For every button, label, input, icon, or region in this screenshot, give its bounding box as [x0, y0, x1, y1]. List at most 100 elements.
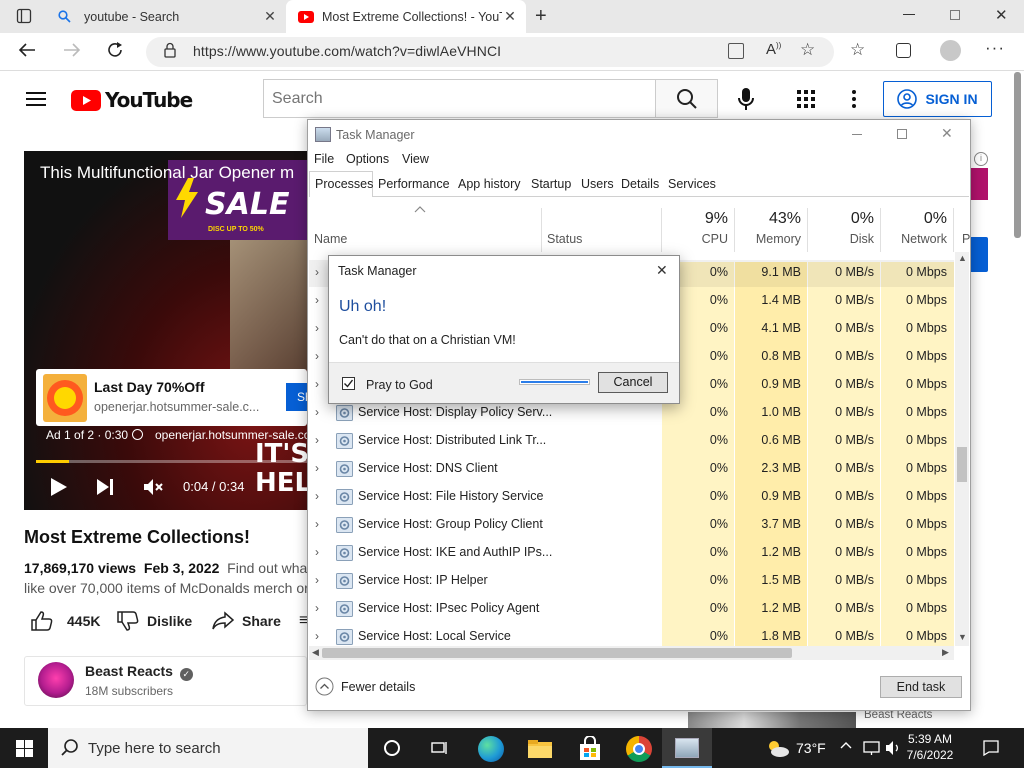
expand-chevron-icon[interactable]: › — [315, 349, 319, 363]
tab-youtube-video[interactable]: Most Extreme Collections! - YouTube ✕ — [286, 0, 526, 33]
expand-chevron-icon[interactable]: › — [315, 377, 319, 391]
page-scrollbar[interactable] — [1014, 72, 1021, 238]
like-button[interactable]: 445K — [31, 611, 100, 631]
end-task-button[interactable]: End task — [880, 676, 962, 698]
expand-chevron-icon[interactable]: › — [315, 489, 319, 503]
process-row[interactable]: › Service Host: IPsec Policy Agent 0% 1.2 M… — [309, 595, 954, 623]
mute-icon[interactable] — [143, 477, 163, 497]
tm-close-icon[interactable]: ✕ — [941, 125, 953, 142]
forward-icon[interactable] — [63, 42, 81, 58]
new-tab-button[interactable]: + — [535, 5, 547, 28]
close-tab-icon[interactable]: ✕ — [262, 8, 278, 25]
profile-avatar[interactable] — [940, 40, 961, 61]
dialog-close-icon[interactable]: ✕ — [656, 262, 668, 279]
tab-users[interactable]: Users — [577, 173, 618, 197]
scroll-right-icon[interactable]: ▶ — [942, 647, 949, 658]
column-header-disk[interactable]: Disk — [808, 232, 874, 246]
tab-youtube-search[interactable]: youtube - Search ✕ — [50, 0, 286, 33]
apps-grid-icon[interactable] — [797, 90, 815, 108]
notifications-icon[interactable] — [983, 740, 999, 756]
column-header-memory[interactable]: Memory — [735, 232, 801, 246]
collections-icon[interactable] — [896, 43, 911, 58]
chrome-icon[interactable] — [626, 736, 652, 762]
process-row[interactable]: › Service Host: IP Helper 0% 1.5 MB 0 MB/s 0 … — [309, 567, 954, 595]
network-total[interactable]: 0% — [881, 210, 947, 228]
tab-services[interactable]: Services — [664, 173, 720, 197]
add-favorite-icon[interactable]: ☆ — [800, 40, 815, 60]
search-button[interactable] — [655, 79, 718, 118]
system-clock[interactable]: 5:39 AM 7/6/2022 — [905, 731, 955, 763]
back-icon[interactable] — [18, 42, 36, 58]
vertical-scroll-thumb[interactable] — [957, 447, 967, 482]
expand-chevron-icon[interactable]: › — [315, 573, 319, 587]
close-tab-icon[interactable]: ✕ — [502, 8, 518, 25]
expand-chevron-icon[interactable]: › — [315, 433, 319, 447]
tm-maximize-icon[interactable] — [897, 129, 907, 139]
column-header-power[interactable]: P — [962, 232, 970, 246]
ad-shop-button[interactable]: Sh — [286, 383, 312, 411]
pray-checkbox[interactable] — [342, 377, 355, 390]
scroll-up-icon[interactable]: ▲ — [958, 253, 967, 263]
tab-processes[interactable]: Processes — [311, 173, 377, 197]
expand-chevron-icon[interactable]: › — [315, 265, 319, 279]
youtube-logo[interactable]: YouTube — [71, 88, 193, 112]
sidebar-ad-button[interactable] — [971, 237, 988, 272]
volume-icon[interactable] — [885, 740, 901, 756]
scroll-down-icon[interactable]: ▼ — [958, 632, 967, 642]
sign-in-button[interactable]: SIGN IN — [883, 81, 992, 117]
app-available-icon[interactable] — [728, 43, 744, 59]
more-options-icon[interactable]: ··· — [985, 38, 1005, 58]
chevron-up-icon[interactable] — [840, 741, 852, 749]
video-progress-track[interactable] — [36, 460, 307, 463]
task-view-icon[interactable] — [431, 740, 449, 756]
settings-dots-icon[interactable] — [852, 90, 856, 108]
microphone-icon[interactable] — [738, 87, 754, 111]
description-line-2[interactable]: like over 70,000 items of McDonalds merc… — [24, 580, 309, 596]
column-header-name[interactable]: Name — [314, 232, 347, 246]
share-button[interactable]: Share — [212, 611, 281, 631]
menu-options[interactable]: Options — [346, 152, 389, 166]
menu-view[interactable]: View — [402, 152, 429, 166]
pray-checkbox-label[interactable]: Pray to God — [366, 378, 433, 392]
temperature[interactable]: 73°F — [796, 740, 826, 756]
process-row[interactable]: › Service Host: Group Policy Client 0% 3.7 … — [309, 511, 954, 539]
column-header-cpu[interactable]: CPU — [662, 232, 728, 246]
next-icon[interactable] — [97, 479, 114, 495]
column-header-status[interactable]: Status — [547, 232, 582, 246]
refresh-icon[interactable] — [106, 41, 124, 59]
dislike-button[interactable]: Dislike — [117, 611, 192, 631]
cortana-icon[interactable] — [384, 740, 400, 756]
channel-name[interactable]: Beast Reacts ✓ — [85, 663, 193, 681]
process-row[interactable]: › Service Host: DNS Client 0% 2.3 MB 0 MB/s 0… — [309, 455, 954, 483]
expand-chevron-icon[interactable]: › — [315, 293, 319, 307]
memory-total[interactable]: 43% — [735, 210, 801, 228]
expand-chevron-icon[interactable]: › — [315, 629, 319, 643]
horizontal-scroll-thumb[interactable] — [322, 648, 792, 658]
file-explorer-icon[interactable] — [527, 736, 553, 762]
process-row[interactable]: › Service Host: Distributed Link Tr... 0% 0… — [309, 427, 954, 455]
tab-startup[interactable]: Startup — [527, 173, 575, 197]
expand-chevron-icon[interactable]: › — [315, 601, 319, 615]
restore-icon[interactable] — [950, 10, 960, 20]
network-icon[interactable] — [863, 740, 880, 756]
expand-chevron-icon[interactable]: › — [315, 405, 319, 419]
expand-chevron-icon[interactable]: › — [315, 461, 319, 475]
minimize-icon[interactable] — [903, 14, 915, 15]
store-icon[interactable] — [577, 736, 603, 762]
tm-minimize-icon[interactable] — [852, 134, 862, 135]
expand-chevron-icon[interactable]: › — [315, 517, 319, 531]
expand-chevron-icon[interactable]: › — [315, 321, 319, 335]
ad-info-icon[interactable]: i — [974, 152, 988, 166]
lock-icon[interactable] — [163, 42, 177, 58]
read-aloud-icon[interactable]: A)) — [766, 41, 781, 58]
url-text[interactable]: https://www.youtube.com/watch?v=diwlAeVH… — [193, 43, 501, 59]
description-snippet[interactable]: Find out what' — [227, 560, 314, 576]
info-icon[interactable] — [132, 429, 143, 440]
tab-performance[interactable]: Performance — [374, 173, 454, 197]
start-icon[interactable] — [16, 740, 33, 757]
favorites-icon[interactable]: ☆ — [850, 40, 865, 60]
expand-chevron-icon[interactable]: › — [315, 545, 319, 559]
fewer-details-button[interactable]: Fewer details — [315, 677, 415, 696]
cpu-total[interactable]: 9% — [662, 210, 728, 228]
search-input[interactable] — [263, 79, 656, 118]
